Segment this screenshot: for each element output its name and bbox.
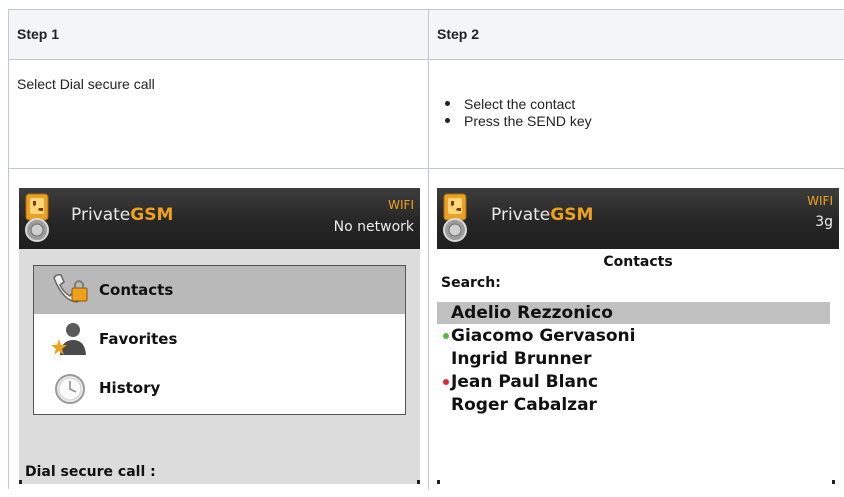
menu-list: Contacts Favorites History — [33, 265, 406, 415]
table-border — [8, 9, 9, 489]
screen-corner — [437, 480, 440, 484]
brand-prefix: Private — [71, 205, 131, 225]
table-border — [8, 59, 844, 60]
wifi-indicator: WIFI — [807, 194, 833, 208]
contact-name: Roger Cabalzar — [451, 395, 597, 415]
clock-icon — [55, 374, 85, 404]
menu-item-contacts[interactable]: Contacts — [34, 266, 405, 314]
contacts-title: Contacts — [603, 254, 673, 270]
person-star-icon — [51, 323, 86, 355]
menu-item-label: Favorites — [99, 330, 178, 348]
menu-item-label: History — [99, 379, 161, 397]
brand-suffix: GSM — [130, 205, 174, 225]
brand-prefix: Private — [491, 205, 551, 225]
online-status-icon — [443, 333, 449, 339]
network-status: 3g — [815, 214, 833, 230]
screen-corner — [832, 480, 835, 484]
contact-row[interactable]: Roger Cabalzar — [437, 394, 830, 416]
table-border — [8, 168, 844, 169]
search-label[interactable]: Search: — [441, 275, 501, 291]
contact-row[interactable]: Ingrid Brunner — [437, 348, 830, 370]
header-step-2-label: Step 2 — [437, 26, 480, 42]
contact-name: Jean Paul Blanc — [451, 372, 599, 392]
contact-row[interactable]: Jean Paul Blanc — [437, 371, 830, 393]
header-step-1-label: Step 1 — [17, 26, 60, 42]
menu-item-label: Contacts — [99, 281, 174, 299]
brand-suffix: GSM — [550, 205, 594, 225]
step-2-item: Press the SEND key — [445, 113, 837, 130]
dial-secure-call-label: Dial secure call : — [25, 464, 156, 480]
wifi-indicator: WIFI — [388, 198, 414, 212]
header-step-2: Step 2 — [428, 9, 844, 59]
brand-logo: PrivateGSM — [71, 205, 173, 225]
title-bar: PrivateGSM WIFI 3g — [437, 188, 839, 249]
contact-name: Ingrid Brunner — [451, 349, 592, 369]
screen-corner — [417, 480, 420, 484]
app-icon — [25, 193, 49, 242]
screen-contacts: PrivateGSM WIFI 3g Contacts Search: Adel… — [437, 188, 839, 484]
step-2-item: Select the contact — [445, 96, 837, 113]
busy-status-icon — [443, 379, 449, 385]
brand-logo: PrivateGSM — [491, 205, 593, 225]
step-1-text: Select Dial secure call — [17, 76, 155, 92]
screen-corner — [19, 480, 22, 484]
step-2-list: Select the contact Press the SEND key — [437, 96, 837, 130]
menu-item-favorites[interactable]: Favorites — [34, 315, 405, 363]
header-step-1: Step 1 — [8, 9, 428, 59]
title-bar: PrivateGSM WIFI No network — [19, 188, 420, 249]
contact-name: Adelio Rezzonico — [451, 303, 613, 323]
phone-lock-icon — [53, 274, 88, 303]
table-border — [428, 9, 429, 489]
network-status: No network — [333, 219, 414, 235]
contact-name: Giacomo Gervasoni — [451, 326, 636, 346]
contact-row[interactable]: Adelio Rezzonico — [437, 302, 830, 324]
menu-area: Contacts Favorites History Dial secure c… — [19, 249, 420, 484]
contact-row[interactable]: Giacomo Gervasoni — [437, 325, 830, 347]
app-icon — [443, 193, 467, 242]
table-border — [8, 9, 844, 10]
screen-main-menu: PrivateGSM WIFI No network Contacts Favo… — [19, 188, 420, 484]
menu-item-history[interactable]: History — [34, 364, 405, 412]
